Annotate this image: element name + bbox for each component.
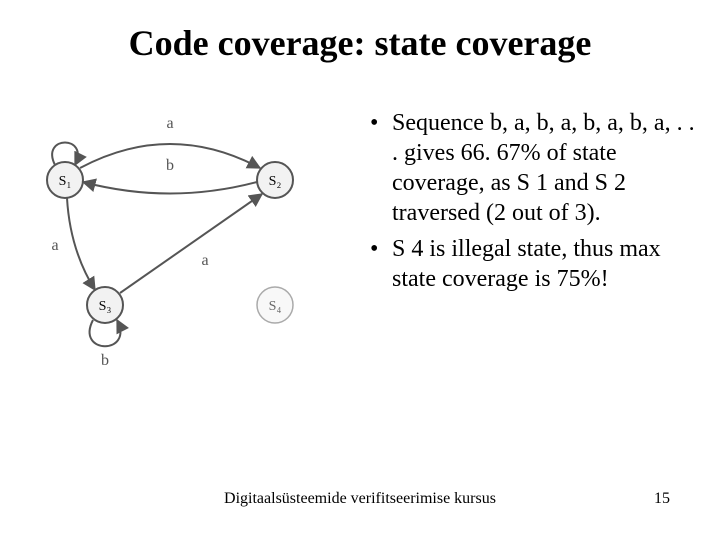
bullet-text-2: S 4 is illegal state, thus max state cov…: [392, 236, 661, 292]
node-s1-label: S₁: [59, 174, 72, 189]
page-number: 15: [654, 490, 670, 508]
edge-label-b-bottom: b: [101, 352, 109, 369]
edge-s1-s3-a: [67, 198, 95, 290]
slide-title: Code coverage: state coverage: [0, 22, 720, 64]
edge-label-b-mid: b: [166, 157, 174, 174]
node-s3-label: S₃: [99, 299, 112, 314]
bullet-item: S 4 is illegal state, thus max state cov…: [370, 234, 700, 294]
node-s4-label: S₄: [269, 299, 282, 314]
slide: Code coverage: state coverage S₁ S₂ S₃ S…: [0, 0, 720, 540]
edge-s1-s2-b: [83, 182, 257, 194]
edge-s3-s2-a: [120, 194, 262, 293]
footer-text: Digitaalsüsteemide verifitseerimise kurs…: [0, 490, 720, 508]
node-s2-label: S₂: [269, 174, 282, 189]
edge-label-a-left: a: [51, 237, 58, 254]
edge-label-a-diag: a: [201, 252, 208, 269]
bullet-text-1: Sequence b, a, b, a, b, a, b, a, . . . g…: [392, 110, 695, 226]
bullet-list: Sequence b, a, b, a, b, a, b, a, . . . g…: [370, 108, 700, 300]
bullet-item: Sequence b, a, b, a, b, a, b, a, . . . g…: [370, 108, 700, 228]
state-diagram: S₁ S₂ S₃ S₄ a b a a: [30, 110, 350, 370]
edge-label-a-top: a: [166, 115, 173, 132]
state-diagram-svg: S₁ S₂ S₃ S₄ a b a a: [30, 110, 350, 370]
